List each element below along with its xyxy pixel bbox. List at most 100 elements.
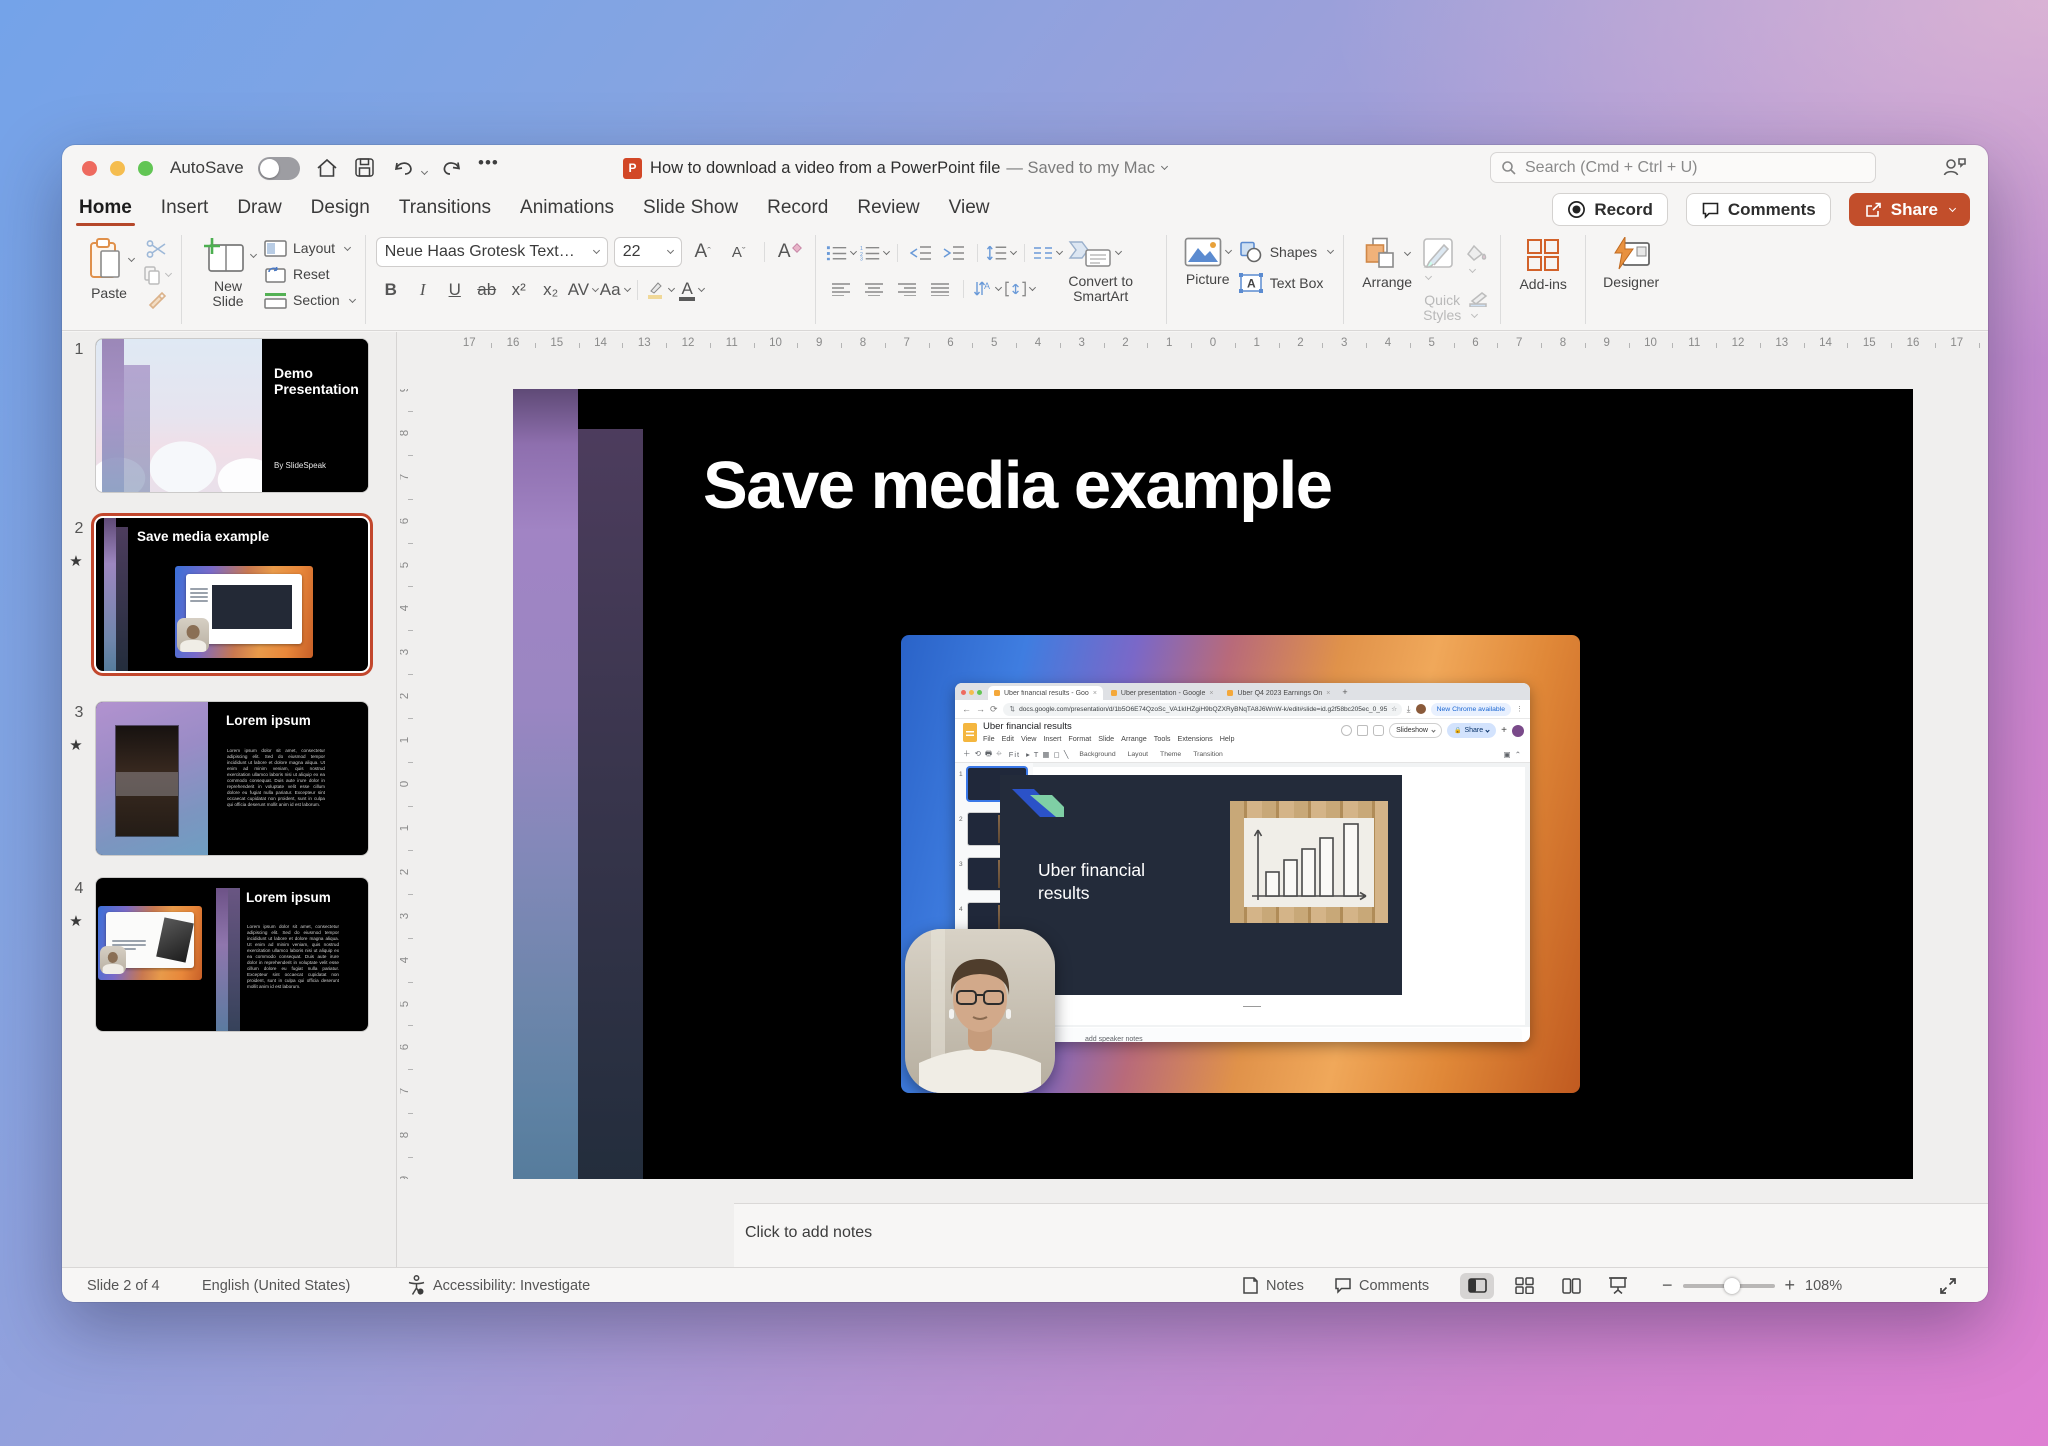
tab-design[interactable]: Design [310, 195, 371, 225]
character-spacing-button[interactable]: AV [568, 276, 599, 304]
tab-transitions[interactable]: Transitions [398, 195, 492, 225]
tab-draw[interactable]: Draw [236, 195, 282, 225]
slide-thumbnail-3[interactable]: Lorem ipsum Lorem ipsum dolor sit amet, … [96, 702, 368, 855]
cut-icon[interactable] [146, 239, 168, 259]
screenshot-menu-item: Edit [1001, 734, 1014, 743]
superscript-button[interactable]: x² [504, 276, 534, 304]
record-button[interactable]: Record [1552, 193, 1668, 226]
tab-insert[interactable]: Insert [160, 195, 210, 225]
ruler-number: 12 [681, 337, 695, 349]
share-button[interactable]: Share [1848, 193, 1970, 226]
zoom-level[interactable]: 108% [1805, 1278, 1842, 1294]
tab-animations[interactable]: Animations [519, 195, 615, 225]
ruler-number: 6 [1472, 337, 1479, 349]
search-icon [1501, 160, 1517, 176]
decrease-font-size-button[interactable]: Aˇ [724, 238, 754, 266]
language-indicator[interactable]: English (United States) [202, 1268, 350, 1302]
screenshot-browser-toolbar: ← → ⟳ ⇅ docs.google.com/presentation/d/1b5O… [955, 700, 1530, 719]
autosave-toggle[interactable] [258, 157, 300, 180]
tab-review[interactable]: Review [856, 195, 920, 225]
shapes-button[interactable]: Shapes [1239, 241, 1335, 263]
align-text-button[interactable] [1004, 275, 1036, 303]
presence-share-icon[interactable] [1942, 155, 1968, 179]
maximize-window-button[interactable] [138, 161, 153, 176]
tab-home[interactable]: Home [76, 195, 135, 226]
font-name-select[interactable]: Neue Haas Grotesk Text… [375, 237, 608, 267]
new-slide-button[interactable]: New Slide [192, 237, 264, 309]
layout-button[interactable]: Layout [264, 240, 352, 257]
text-box-button[interactable]: A Text Box [1238, 273, 1323, 293]
font-size-select[interactable]: 22 [613, 237, 682, 267]
zoom-slider[interactable] [1682, 1277, 1775, 1294]
accessibility-status[interactable]: Accessibility: Investigate [407, 1268, 590, 1302]
change-case-button[interactable]: Aa [600, 276, 631, 304]
home-icon[interactable] [316, 157, 338, 179]
slide-title[interactable]: Save media example [703, 447, 1333, 524]
add-ins-button[interactable]: Add-ins [1511, 237, 1575, 292]
bullets-button[interactable] [826, 239, 857, 267]
convert-smartart-icon[interactable] [1066, 239, 1124, 267]
italic-button[interactable]: I [408, 276, 438, 304]
increase-font-size-button[interactable]: Aˆ [688, 238, 718, 266]
slideshow-view-button[interactable] [1601, 1273, 1635, 1299]
format-painter-icon[interactable] [147, 291, 167, 309]
quick-styles-icon[interactable] [1422, 237, 1456, 287]
copy-icon[interactable] [142, 265, 173, 285]
ruler-number: 2 [1122, 337, 1129, 349]
convert-smartart-label[interactable]: Convert to SmartArt [1046, 274, 1156, 304]
reset-button[interactable]: Reset [264, 266, 330, 283]
decrease-indent-button[interactable] [906, 239, 936, 267]
new-slide-icon [203, 238, 244, 272]
increase-indent-button[interactable] [939, 239, 969, 267]
notes-toggle[interactable]: Notes [1242, 1268, 1304, 1302]
ruler-number: 3 [1341, 337, 1348, 349]
text-box-icon: A [1238, 273, 1263, 293]
search-input[interactable]: Search (Cmd + Ctrl + U) [1490, 152, 1876, 183]
tab-slide-show[interactable]: Slide Show [642, 195, 739, 225]
line-spacing-button[interactable] [986, 239, 1017, 267]
notes-pane[interactable]: Click to add notes [734, 1203, 1988, 1267]
numbering-button[interactable]: 123 [859, 239, 890, 267]
slide-sorter-view-button[interactable] [1507, 1273, 1541, 1299]
columns-button[interactable] [1033, 239, 1064, 267]
section-button[interactable]: Section [264, 292, 356, 309]
reading-view-button[interactable] [1554, 1273, 1588, 1299]
designer-icon [1614, 237, 1651, 270]
clear-formatting-button[interactable]: A [775, 238, 805, 266]
slide-canvas[interactable]: Save media example Uber financial result… [513, 389, 1913, 1179]
tab-view[interactable]: View [948, 195, 991, 225]
minimize-window-button[interactable] [110, 161, 125, 176]
screenshot-filmstrip-number: 2 [959, 816, 963, 823]
embedded-screenshot-picture[interactable]: Uber financial results - Goo × Uber presen… [901, 635, 1580, 1093]
zoom-out-button[interactable]: − [1662, 1275, 1673, 1296]
bold-button[interactable]: B [376, 276, 406, 304]
justify-button[interactable] [925, 275, 955, 303]
traffic-lights [82, 161, 153, 176]
shape-outline-icon[interactable] [1468, 291, 1490, 325]
comments-button[interactable]: Comments [1685, 193, 1831, 226]
subscript-button[interactable]: x₂ [536, 276, 566, 304]
tab-record[interactable]: Record [766, 195, 829, 225]
font-color-button[interactable]: A [677, 276, 707, 304]
strikethrough-button[interactable]: ab [472, 276, 502, 304]
highlight-color-button[interactable] [645, 276, 676, 304]
designer-button[interactable]: Designer [1596, 237, 1666, 290]
text-direction-button[interactable]: A [972, 275, 1003, 303]
underline-button[interactable]: U [440, 276, 470, 304]
screenshot-menu-item: Arrange [1121, 734, 1147, 743]
slide-thumbnail-2[interactable]: Save media example [96, 518, 368, 671]
align-right-button[interactable] [892, 275, 922, 303]
slide-thumbnail-4[interactable]: Lorem ipsum Lorem ipsum dolor sit amet, … [96, 878, 368, 1031]
zoom-in-button[interactable]: + [1785, 1275, 1796, 1296]
comments-toggle[interactable]: Comments [1334, 1268, 1429, 1302]
arrange-button[interactable]: Arrange [1354, 237, 1420, 290]
close-window-button[interactable] [82, 161, 97, 176]
picture-button[interactable]: Picture [1177, 237, 1239, 287]
slide-thumbnail-1[interactable]: Demo Presentation By SlideSpeak [96, 339, 368, 492]
paste-button[interactable]: Paste [76, 237, 142, 301]
align-left-button[interactable] [826, 275, 856, 303]
align-center-button[interactable] [859, 275, 889, 303]
normal-view-button[interactable] [1460, 1272, 1494, 1299]
fit-slide-button[interactable] [1938, 1268, 1958, 1302]
shape-fill-icon[interactable] [1466, 244, 1488, 280]
